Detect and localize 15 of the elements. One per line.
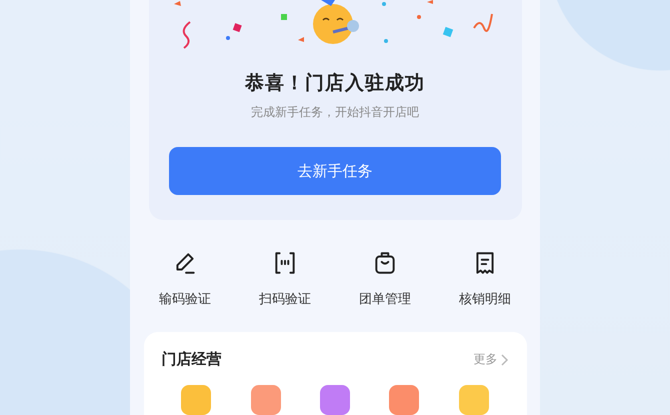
feature-icon[interactable] (250, 385, 281, 415)
shortcut-label[interactable]: 团单管理 (359, 290, 411, 308)
feature-icon[interactable] (181, 385, 212, 415)
party-face-icon (310, 0, 360, 46)
banner-subtitle: 完成新手任务，开始抖音开店吧 (251, 104, 419, 121)
shortcut-label[interactable]: 核销明细 (459, 290, 511, 308)
feature-icon[interactable] (458, 385, 489, 415)
feature-icon[interactable] (389, 385, 420, 415)
shortcut-label[interactable]: 输码验证 (159, 290, 211, 308)
chevron-icon (500, 354, 508, 366)
start-tasks-button[interactable]: 去新手任务 (169, 147, 501, 195)
section-title: 门店经营 (162, 350, 222, 369)
feature-icon[interactable] (320, 385, 350, 415)
shortcut-label[interactable]: 扫码验证 (259, 290, 311, 308)
banner-title: 恭喜！门店入驻成功 (245, 71, 425, 96)
